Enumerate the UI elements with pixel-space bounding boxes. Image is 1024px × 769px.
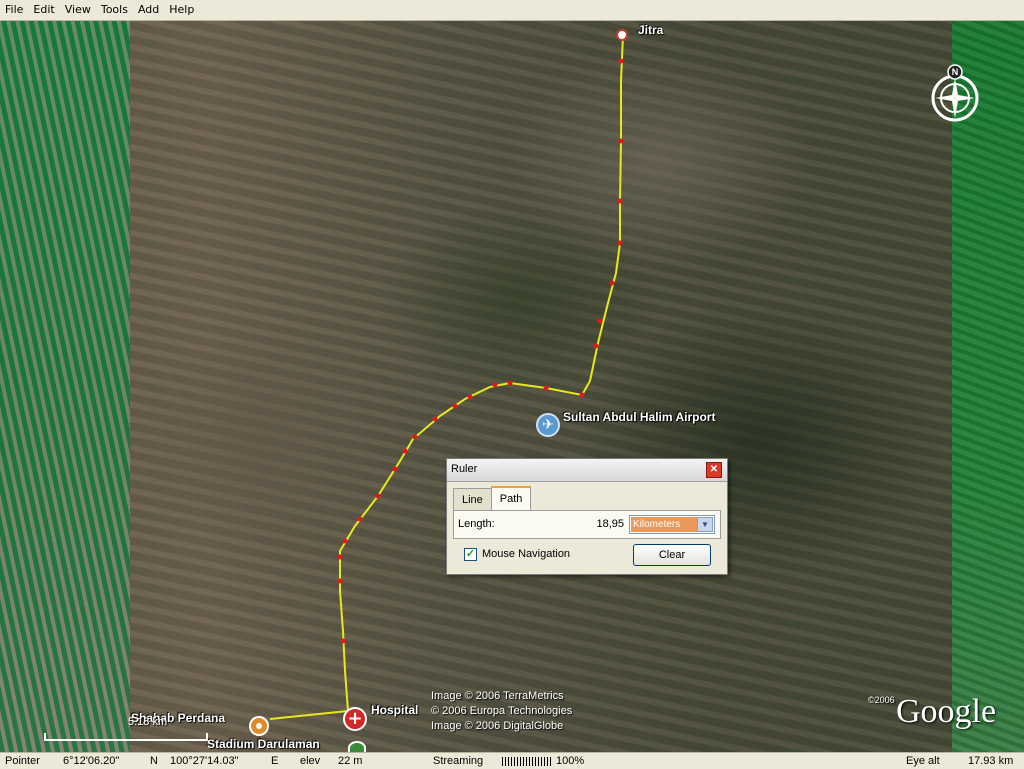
scale-legend-bar <box>44 733 208 741</box>
streaming-label: Streaming <box>433 755 484 767</box>
path-tab-panel: Length: 18,95 Kilometers ▼ <box>453 510 721 539</box>
chevron-down-icon[interactable]: ▼ <box>697 517 713 532</box>
hospital-icon[interactable]: + <box>343 707 367 731</box>
map-view[interactable]: Jitra ✈ Sultan Abdul Halim Airport + Hos… <box>0 21 1024 752</box>
streaming-progress-bar <box>502 757 552 766</box>
logo-year: ©2006 <box>868 695 895 705</box>
place-label-jitra[interactable]: Jitra <box>638 23 663 37</box>
tab-path[interactable]: Path <box>490 486 532 512</box>
elevation-value: 22 m <box>338 755 363 767</box>
unit-select[interactable]: Kilometers ▼ <box>629 515 715 534</box>
streaming-percent: 100% <box>556 755 585 767</box>
latitude-value: 6°12'06.20" <box>63 755 120 767</box>
clear-button[interactable]: Clear <box>633 544 711 566</box>
ruler-titlebar[interactable]: Ruler ✕ <box>447 459 727 482</box>
longitude-direction: E <box>271 755 279 767</box>
ruler-dialog: Ruler ✕ Line Path Length: 18,95 Kilomete… <box>446 458 728 575</box>
compass-north-label: N <box>952 67 959 77</box>
menu-bar: File Edit View Tools Add Help <box>0 0 1024 21</box>
stadium-icon[interactable] <box>348 741 366 752</box>
place-label-stadium[interactable]: Stadium Darulaman <box>207 737 320 751</box>
length-label: Length: <box>458 518 495 530</box>
menu-help[interactable]: Help <box>164 0 199 20</box>
ruler-path-line <box>269 34 624 720</box>
menu-view[interactable]: View <box>60 0 96 20</box>
place-label-airport[interactable]: Sultan Abdul Halim Airport <box>563 410 715 424</box>
menu-file[interactable]: File <box>0 0 28 20</box>
menu-add[interactable]: Add <box>133 0 164 20</box>
eye-alt-value: 17.93 km <box>968 755 1014 767</box>
airport-icon[interactable]: ✈ <box>536 413 560 437</box>
menu-tools[interactable]: Tools <box>96 0 133 20</box>
ruler-title: Ruler <box>451 463 478 475</box>
copyright-europa: © 2006 Europa Technologies <box>431 705 573 717</box>
eye-alt-label: Eye alt <box>906 755 940 767</box>
compass-icon[interactable]: N <box>922 63 988 129</box>
menu-edit[interactable]: Edit <box>28 0 59 20</box>
mouse-navigation-checkbox[interactable]: ✓ <box>464 548 477 561</box>
status-bar: Pointer 6°12'06.20" N 100°27'14.03" E el… <box>0 752 1024 769</box>
pointer-label: Pointer <box>5 755 40 767</box>
ruler-tabs: Line Path <box>453 486 532 512</box>
place-label-hospital[interactable]: Hospital <box>371 703 418 717</box>
copyright-terrametrics: Image © 2006 TerraMetrics <box>431 690 564 702</box>
latitude-direction: N <box>150 755 158 767</box>
copyright-digitalglobe: Image © 2006 DigitalGlobe <box>431 720 564 732</box>
mouse-navigation-label[interactable]: Mouse Navigation <box>482 548 570 560</box>
ruler-close-button[interactable]: ✕ <box>706 462 722 478</box>
tab-line[interactable]: Line <box>453 488 492 511</box>
jitra-pin-icon[interactable] <box>616 29 628 41</box>
shahab-target-icon[interactable] <box>249 716 269 736</box>
longitude-value: 100°27'14.03" <box>170 755 239 767</box>
length-value: 18,95 <box>596 518 624 530</box>
scale-legend-text: 5.18 km <box>128 716 168 728</box>
unit-select-value: Kilometers <box>631 517 699 532</box>
elevation-label: elev <box>300 755 321 767</box>
google-logo: Google <box>896 693 997 730</box>
ruler-path <box>269 34 624 720</box>
